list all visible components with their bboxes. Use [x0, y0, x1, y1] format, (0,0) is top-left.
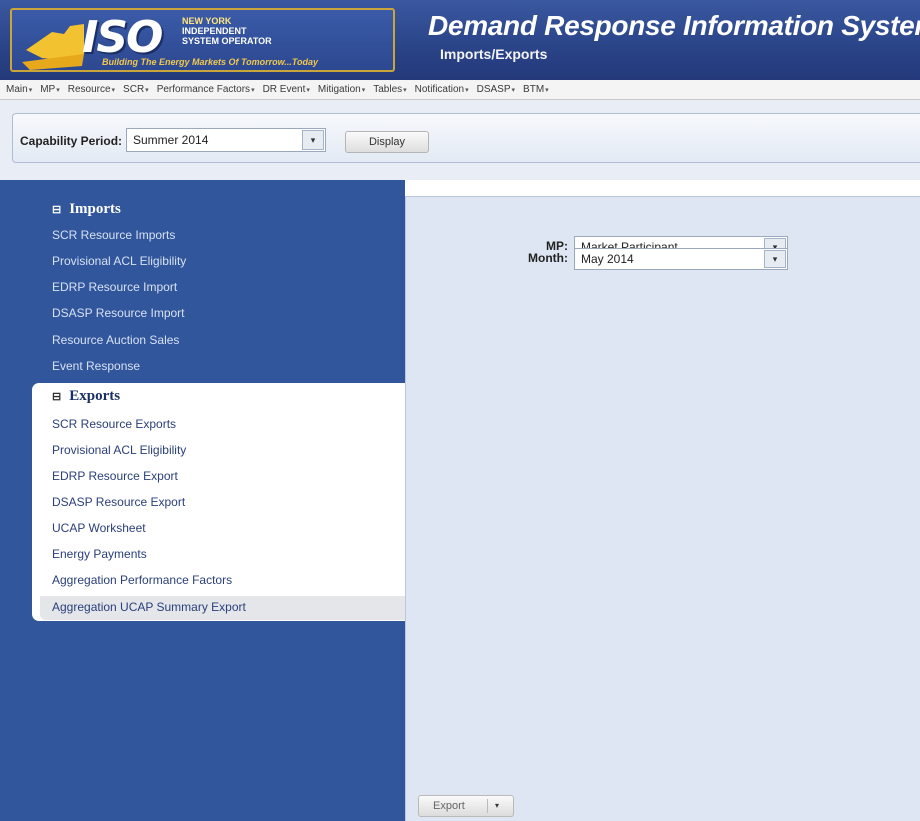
sidebar-item-aggregation-ucap-summary-export[interactable]: Aggregation UCAP Summary Export	[52, 600, 246, 614]
menu-main[interactable]: Main▾	[6, 84, 32, 95]
menu-tables-label: Tables	[373, 84, 403, 95]
menu-dsasp-label: DSASP	[476, 84, 511, 95]
menu-btm-label: BTM	[523, 84, 545, 95]
menu-main-label: Main	[6, 84, 28, 95]
button-divider	[487, 799, 488, 813]
menu-notification[interactable]: Notification▾	[415, 84, 469, 95]
menu-scr-label: SCR	[123, 84, 145, 95]
chevron-down-icon: ▾	[403, 87, 407, 94]
logo-subtitle-line-2: INDEPENDENT	[182, 26, 247, 36]
logo-subtitle: NEW YORK INDEPENDENT SYSTEM OPERATOR	[182, 16, 292, 46]
collapse-toggle-icon[interactable]: ⊟	[52, 391, 61, 403]
menu-mitigation[interactable]: Mitigation▾	[318, 84, 365, 95]
sidebar-item-edrp-resource-import[interactable]: EDRP Resource Import	[52, 280, 177, 294]
capability-period-label: Capability Period:	[20, 134, 123, 148]
chevron-down-icon[interactable]: ▾	[302, 130, 324, 150]
display-button[interactable]: Display	[345, 131, 429, 153]
month-label: Month:	[528, 251, 568, 265]
sidebar-item-scr-resource-exports[interactable]: SCR Resource Exports	[52, 417, 176, 431]
chevron-down-icon: ▾	[306, 87, 310, 94]
sidebar-item-event-response[interactable]: Event Response	[52, 359, 140, 373]
menu-notification-label: Notification	[414, 84, 465, 95]
capability-period-select[interactable]: Summer 2014	[126, 128, 326, 152]
logo-subtitle-line-1: NEW YORK	[182, 16, 232, 26]
menu-btm[interactable]: BTM▾	[523, 84, 549, 95]
exports-section-header[interactable]: ⊟ Exports	[52, 388, 120, 405]
logo-tagline: Building The Energy Markets Of Tomorrow.…	[102, 57, 319, 67]
page-subtitle: Imports/Exports	[440, 46, 548, 62]
sidebar-item-aggregation-performance-factors[interactable]: Aggregation Performance Factors	[52, 573, 232, 587]
menu-mp-label: MP	[40, 84, 56, 95]
menu-dsasp[interactable]: DSASP▾	[477, 84, 515, 95]
main-menu-bar: Main▾ MP▾ Resource▾ SCR▾ Performance Fac…	[0, 80, 920, 100]
logo-text: ISO	[82, 12, 163, 63]
sidebar-item-resource-auction-sales[interactable]: Resource Auction Sales	[52, 333, 179, 347]
sidebar-item-scr-resource-imports[interactable]: SCR Resource Imports	[52, 228, 175, 242]
chevron-down-icon: ▾	[465, 87, 469, 94]
sidebar-item-provisional-acl-eligibility-export[interactable]: Provisional ACL Eligibility	[52, 443, 186, 457]
sidebar-item-energy-payments[interactable]: Energy Payments	[52, 547, 147, 561]
menu-mp[interactable]: MP▾	[40, 84, 60, 95]
sidebar-item-edrp-resource-export[interactable]: EDRP Resource Export	[52, 469, 178, 483]
app-header: ISO NEW YORK INDEPENDENT SYSTEM OPERATOR…	[0, 0, 920, 80]
chevron-down-icon: ▾	[56, 87, 60, 94]
month-select[interactable]: May 2014	[574, 248, 788, 270]
chevron-down-icon[interactable]: ▾	[764, 250, 786, 268]
sidebar-item-provisional-acl-eligibility-import[interactable]: Provisional ACL Eligibility	[52, 254, 186, 268]
menu-tables[interactable]: Tables▾	[373, 84, 406, 95]
logo-subtitle-line-3: SYSTEM OPERATOR	[182, 36, 272, 46]
imports-title: Imports	[69, 201, 121, 217]
system-title: Demand Response Information System	[428, 10, 920, 41]
chevron-down-icon[interactable]: ▾	[495, 796, 499, 816]
menu-scr[interactable]: SCR▾	[123, 84, 149, 95]
chevron-down-icon: ▾	[545, 87, 549, 94]
menu-performance-factors-label: Performance Factors	[156, 84, 251, 95]
chevron-down-icon: ▾	[145, 87, 149, 94]
sidebar-item-ucap-worksheet[interactable]: UCAP Worksheet	[52, 521, 146, 535]
chevron-down-icon: ▾	[111, 87, 116, 94]
exports-title: Exports	[69, 388, 121, 404]
collapse-toggle-icon[interactable]: ⊟	[52, 204, 61, 216]
chevron-down-icon: ▾	[361, 87, 366, 94]
menu-resource[interactable]: Resource▾	[68, 84, 115, 95]
menu-dr-event[interactable]: DR Event▾	[263, 84, 310, 95]
imports-section-header[interactable]: ⊟ Imports	[52, 201, 121, 218]
chevron-down-icon: ▾	[251, 87, 255, 94]
menu-resource-label: Resource	[67, 84, 111, 95]
sidebar-item-dsasp-resource-export[interactable]: DSASP Resource Export	[52, 495, 185, 509]
menu-performance-factors[interactable]: Performance Factors▾	[157, 84, 255, 95]
menu-mitigation-label: Mitigation	[317, 84, 361, 95]
menu-dr-event-label: DR Event	[262, 84, 306, 95]
nyiso-logo[interactable]: ISO NEW YORK INDEPENDENT SYSTEM OPERATOR…	[10, 8, 395, 72]
chevron-down-icon: ▾	[28, 87, 33, 94]
main-panel	[405, 196, 920, 821]
sidebar-item-dsasp-resource-import[interactable]: DSASP Resource Import	[52, 306, 185, 320]
chevron-down-icon: ▾	[511, 87, 516, 94]
export-button[interactable]: Export ▾	[418, 795, 514, 817]
export-button-label: Export	[433, 800, 465, 812]
